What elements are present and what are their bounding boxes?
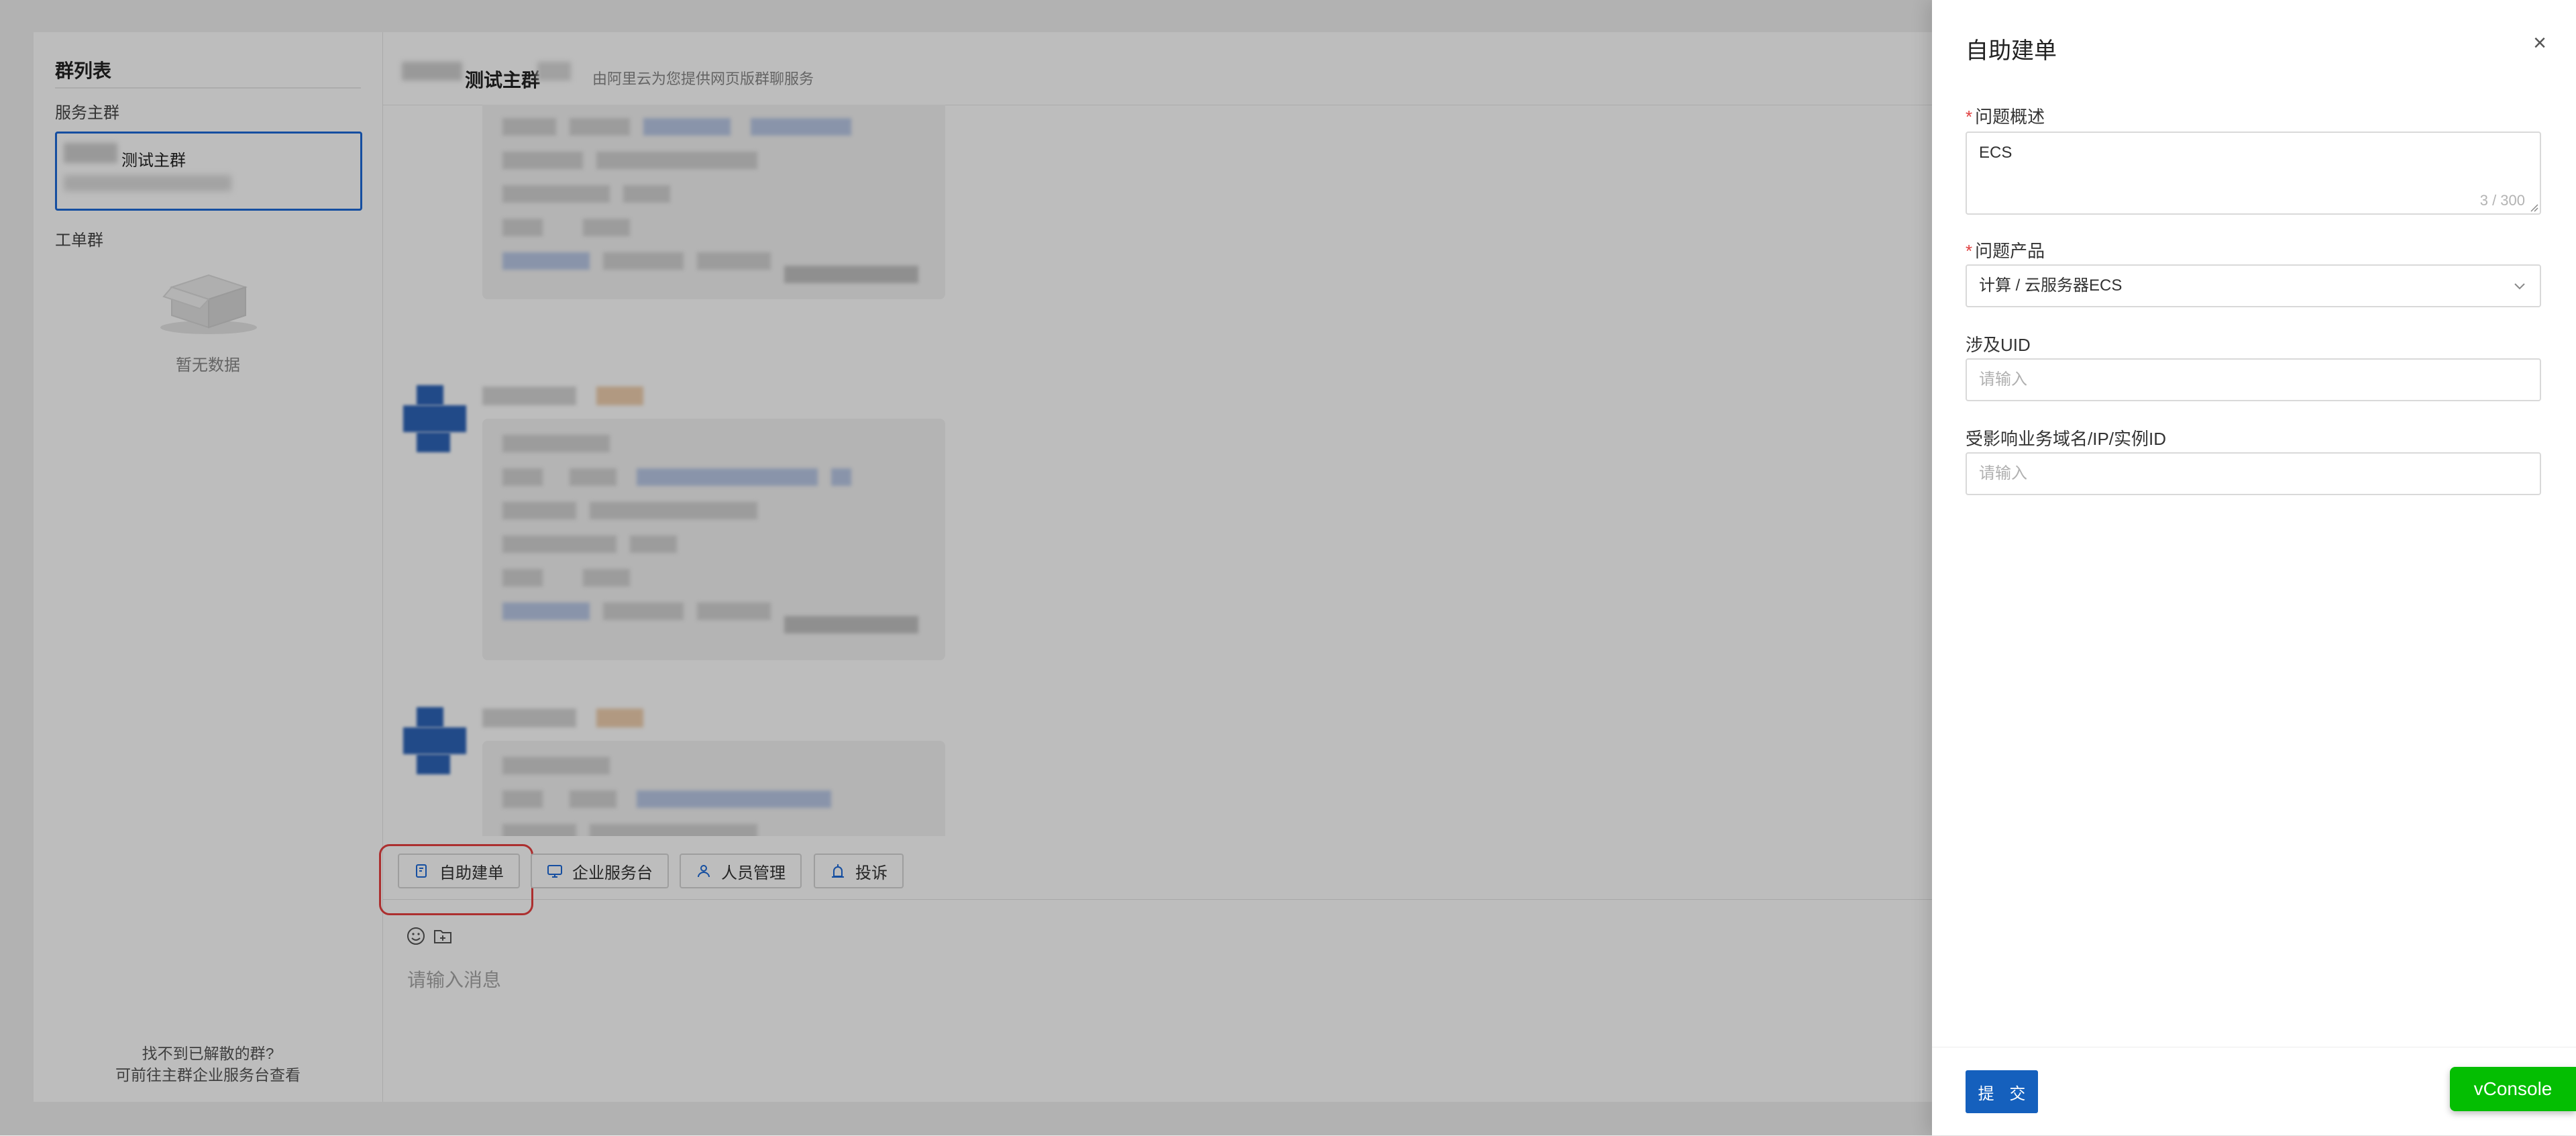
affected-input[interactable]: [1966, 452, 2541, 495]
uid-label: 涉及UID: [1966, 335, 2031, 355]
drawer-title: 自助建单: [1966, 38, 2057, 64]
vconsole-button[interactable]: vConsole: [2450, 1067, 2576, 1111]
chevron-down-icon: [2514, 283, 2525, 290]
submit-button[interactable]: 提 交: [1966, 1070, 2038, 1113]
summary-char-count: 3 / 300: [2479, 192, 2525, 209]
product-select-value: 计算 / 云服务器ECS: [1979, 276, 2123, 295]
affected-label: 受影响业务域名/IP/实例ID: [1966, 429, 2167, 449]
product-label: * 问题产品: [1966, 241, 2045, 261]
product-select[interactable]: 计算 / 云服务器ECS: [1966, 264, 2541, 307]
self-ticket-drawer: 自助建单 × * 问题概述 ECS 3 / 300 * 问题产品 计算 / 云服务器…: [1932, 0, 2576, 1135]
close-icon[interactable]: ×: [2526, 30, 2553, 56]
app-background: 群列表 服务主群 测试主群 工单群 暂无数据 找不到已解散的群? 可前往主群企业…: [0, 0, 2576, 1135]
uid-input[interactable]: [1966, 358, 2541, 401]
summary-textarea[interactable]: ECS 3 / 300: [1966, 132, 2541, 215]
resize-grip-icon[interactable]: [2529, 203, 2538, 212]
summary-label: * 问题概述: [1966, 107, 2045, 127]
summary-value: ECS: [1979, 144, 2012, 162]
